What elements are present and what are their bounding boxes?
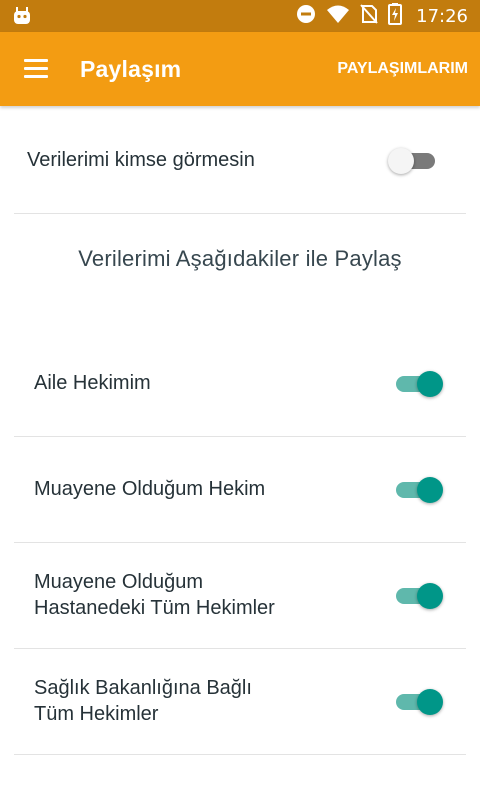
share-row-label: Muayene Olduğum Hekim <box>34 436 354 542</box>
privacy-row: Verilerimi kimse görmesin <box>14 107 466 214</box>
share-row-label: Aile Hekimim <box>34 330 354 436</box>
do-not-disturb-icon <box>296 4 316 29</box>
no-sim-icon <box>360 3 378 29</box>
label-line: Muayene Olduğum <box>34 571 203 593</box>
examining-doctor-switch[interactable] <box>393 474 443 504</box>
hamburger-menu-icon[interactable] <box>22 56 52 82</box>
app-bar: Paylaşım PAYLAŞIMLARIM <box>0 32 480 106</box>
share-row-hospital-doctors: Muayene Olduğum Hastanedeki Tüm Hekimler <box>14 542 466 649</box>
label-line: Sağlık Bakanlığına Bağlı <box>34 677 252 699</box>
wifi-icon <box>326 4 350 29</box>
switch-thumb <box>388 148 414 174</box>
my-shares-button[interactable]: PAYLAŞIMLARIM <box>337 32 468 106</box>
status-time: 17:26 <box>416 5 468 27</box>
label-line: Aile Hekimim <box>34 372 151 394</box>
hospital-doctors-switch[interactable] <box>393 580 443 610</box>
label-line: Tüm Hekimler <box>34 703 159 725</box>
share-row-label: Muayene Olduğum Hastanedeki Tüm Hekimler <box>34 542 354 648</box>
status-icons: 17:26 <box>296 0 468 32</box>
share-row-ministry-doctors: Sağlık Bakanlığına Bağlı Tüm Hekimler <box>14 648 466 755</box>
privacy-switch[interactable] <box>388 145 438 175</box>
switch-thumb <box>417 689 443 715</box>
share-row-family-doctor: Aile Hekimim <box>14 330 466 437</box>
battery-charging-icon <box>388 2 403 30</box>
android-icon <box>12 6 32 26</box>
label-line: Muayene Olduğum Hekim <box>34 478 266 500</box>
share-section-heading: Verilerimi Aşağıdakiler ile Paylaş <box>78 246 402 271</box>
switch-thumb <box>417 583 443 609</box>
status-bar: 17:26 <box>0 0 480 32</box>
privacy-label: Verilerimi kimse görmesin <box>27 149 255 171</box>
switch-thumb <box>417 477 443 503</box>
switch-thumb <box>417 371 443 397</box>
page-title: Paylaşım <box>80 56 182 82</box>
share-row-examining-doctor: Muayene Olduğum Hekim <box>14 436 466 543</box>
ministry-doctors-switch[interactable] <box>393 686 443 716</box>
family-doctor-switch[interactable] <box>393 368 443 398</box>
share-row-label: Sağlık Bakanlığına Bağlı Tüm Hekimler <box>34 648 354 754</box>
label-line: Hastanedeki Tüm Hekimler <box>34 597 275 619</box>
